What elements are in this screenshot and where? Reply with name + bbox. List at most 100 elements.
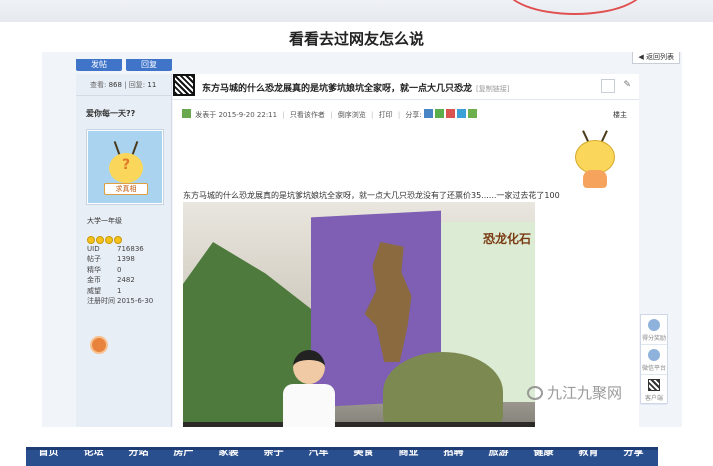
nav-item[interactable]: 教育 [566, 450, 611, 462]
profile-row: 威望 1 [87, 286, 153, 296]
nav-item[interactable]: 分享 [611, 450, 656, 462]
user-profile-fields: UID 716836 帖子 1398 精华 0 金币 2482 威望 1 注册时间 2015… [87, 244, 153, 306]
thread-stats: 查看: 868 | 回复: 11 [76, 74, 171, 96]
nav-item[interactable]: 招聘 [431, 450, 476, 462]
post-content: 东方马城的什么恐龙展真的是坑爹坑娘坑全家呀，就一点大几只恐龙 [复制链接] ✎ 发… [173, 74, 639, 427]
profile-value[interactable]: 0 [117, 266, 121, 274]
post-info-bar: 发表于 2015-9-20 22:11 | 只看该作者 | 倒序浏览 | 打印 … [173, 108, 639, 122]
nav-item[interactable]: 分站 [116, 450, 161, 462]
post-title-bar: 东方马城的什么恐龙展真的是坑爹坑娘坑全家呀，就一点大几只恐龙 [复制链接] ✎ [173, 74, 639, 100]
screenshot-page: 看看去过网友怎么说 发帖 回复 ◀ 返回列表 查看: 868 | 回复: 11 爱… [0, 0, 713, 466]
post-body-text: 东方马城的什么恐龙展真的是坑爹坑娘坑全家呀，就一点大几只恐龙没有了还票价35..… [183, 191, 560, 200]
profile-key: UID [87, 245, 100, 253]
wechat-logo-icon [527, 386, 543, 400]
floating-wechat[interactable]: 微信平台 [641, 345, 667, 375]
share-qzone-icon[interactable] [424, 109, 433, 118]
profile-value[interactable]: 1 [117, 287, 121, 295]
nav-item[interactable]: 家装 [206, 450, 251, 462]
profile-key: 注册时间 [87, 297, 115, 306]
nav-item[interactable]: 美食 [341, 450, 386, 462]
medal-icon [105, 236, 113, 244]
profile-row: 帖子 1398 [87, 254, 153, 264]
views-label: 查看: [90, 81, 107, 89]
child-head [293, 350, 325, 384]
wechat-icon [648, 349, 660, 361]
floating-toolbar: 得分奖励 微信平台 客户端 [640, 314, 668, 405]
nav-item[interactable]: 商业 [386, 450, 431, 462]
share-more-icon[interactable] [468, 109, 477, 118]
floating-reward[interactable]: 得分奖励 [641, 315, 667, 345]
qr-code-icon [648, 379, 660, 391]
reply-button[interactable]: 回复 [126, 59, 172, 71]
medal-icon [96, 236, 104, 244]
profile-value[interactable]: 716836 [117, 245, 144, 253]
medal-icon [87, 236, 95, 244]
floor-label: 楼主 [613, 111, 627, 119]
avatar-antenna-left [113, 141, 121, 155]
qr-code-icon[interactable] [173, 74, 195, 96]
question-mark-icon: ? [121, 157, 131, 173]
penguin-icon [648, 319, 660, 331]
bottom-nav-bar: 首页 论坛 分站 房产 家装 亲子 汽车 美食 商业 招聘 旅游 健康 教育 分… [26, 447, 658, 466]
post-action-buttons: 发帖 回复 [76, 52, 176, 71]
profile-value[interactable]: 1398 [117, 255, 135, 263]
only-author-link[interactable]: 只看该作者 [290, 111, 325, 119]
nav-item[interactable]: 首页 [26, 450, 71, 462]
nav-item[interactable]: 健康 [521, 450, 566, 462]
nav-item[interactable]: 汽车 [296, 450, 341, 462]
profile-row: UID 716836 [87, 244, 153, 254]
top-banner-strip [0, 0, 713, 22]
post-date: 发表于 2015-9-20 22:11 [195, 111, 278, 119]
user-badge-icon[interactable] [90, 336, 108, 354]
forum-screenshot: 发帖 回复 ◀ 返回列表 查看: 868 | 回复: 11 爱你每一天?? ? 求… [42, 52, 682, 427]
views-count: 868 [108, 81, 122, 89]
reverse-order-link[interactable]: 倒序浏览 [338, 111, 366, 119]
mascot-sticker [569, 130, 621, 190]
profile-key: 精华 [87, 265, 101, 274]
avatar[interactable]: ? 求真相 [87, 130, 163, 204]
article-headline: 看看去过网友怎么说 [288, 30, 424, 48]
avatar-tag: 求真相 [104, 183, 148, 195]
new-post-button[interactable]: 发帖 [76, 59, 122, 71]
nav-item[interactable]: 亲子 [251, 450, 296, 462]
profile-key: 金币 [87, 276, 101, 285]
nav-item[interactable]: 旅游 [476, 450, 521, 462]
profile-value[interactable]: 2482 [117, 276, 135, 284]
mascot-body [583, 170, 607, 188]
post-title-text: 东方马城的什么恐龙展真的是坑爹坑娘坑全家呀，就一点大几只恐龙 [202, 84, 473, 94]
share-wechat-icon[interactable] [435, 109, 444, 118]
profile-row: 注册时间 2015-6-30 [87, 296, 153, 306]
nav-item[interactable]: 论坛 [71, 450, 116, 462]
profile-row: 精华 0 [87, 265, 153, 275]
user-level: 大学一年级 [87, 217, 122, 225]
poster-icon [182, 109, 191, 118]
print-link[interactable]: 打印 [379, 111, 393, 119]
medal-icon [114, 236, 122, 244]
floating-app[interactable]: 客户端 [641, 375, 667, 405]
child-figure [283, 384, 335, 427]
fossil-poster-title: 恐龙化石 [483, 232, 532, 246]
share-weibo-icon[interactable] [446, 109, 455, 118]
red-circle-decoration [505, 0, 645, 15]
replies-label: 回复: [128, 81, 146, 89]
pin-icon[interactable]: ✎ [623, 80, 631, 90]
profile-key: 帖子 [87, 255, 101, 264]
nav-item[interactable]: 房产 [161, 450, 206, 462]
back-to-list-link[interactable]: ◀ 返回列表 [632, 52, 680, 64]
profile-row: 金币 2482 [87, 275, 153, 285]
mascot-face [575, 140, 615, 174]
share-label: 分享: [405, 111, 422, 119]
author-name[interactable]: 爱你每一天?? [76, 96, 171, 119]
ankylosaurus-model [383, 352, 503, 427]
replies-count: 11 [147, 81, 157, 89]
post-photo[interactable]: 恐龙化石 [183, 202, 535, 427]
avatar-antenna-right [131, 141, 139, 155]
watermark: 九江九聚网 [527, 382, 622, 403]
checkbox[interactable] [601, 79, 615, 93]
profile-value: 2015-6-30 [117, 297, 154, 306]
stats-separator: | [124, 81, 127, 89]
share-tencent-icon[interactable] [457, 109, 466, 118]
profile-key: 威望 [87, 286, 101, 295]
copy-link[interactable]: [复制链接] [476, 85, 509, 93]
post-title: 东方马城的什么恐龙展真的是坑爹坑娘坑全家呀，就一点大几只恐龙 [复制链接] [202, 81, 509, 94]
